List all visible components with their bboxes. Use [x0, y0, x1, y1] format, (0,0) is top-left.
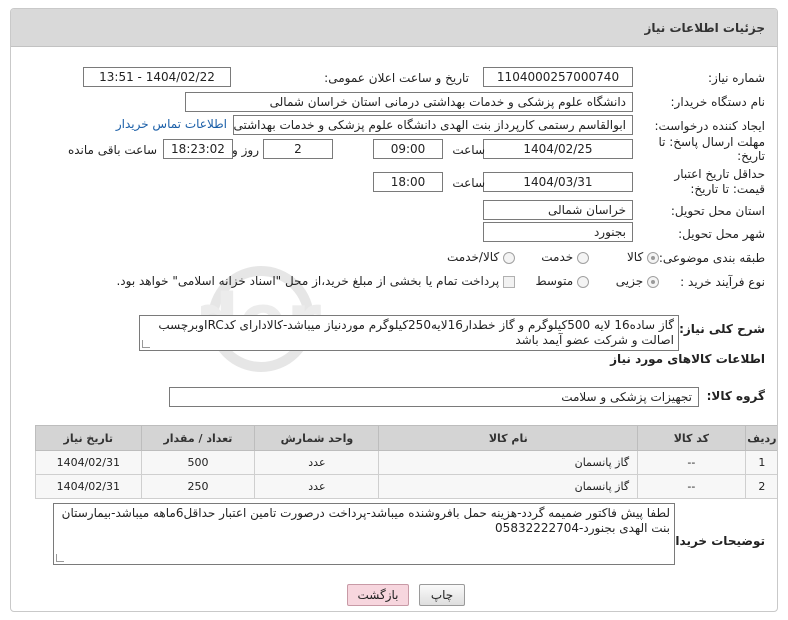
cell-quantity: 500: [140, 450, 256, 475]
category-goods-service-radio[interactable]: [503, 251, 515, 264]
category-goods-radio[interactable]: [647, 251, 659, 264]
cell-row: 1: [744, 450, 777, 475]
col-unit: واحد شمارش: [254, 425, 380, 451]
deadline-label: مهلت ارسال پاسخ: تا تاریخ:: [658, 135, 765, 163]
category-service-radio[interactable]: [577, 251, 589, 264]
purchase-option-medium[interactable]: متوسط: [535, 274, 589, 288]
treasury-payment-checkbox[interactable]: [503, 275, 515, 288]
need-number-label: شماره نیاز:: [708, 71, 765, 85]
description-textarea[interactable]: گاز ساده16 لایه 500کیلوگرم و گاز خطدار16…: [139, 315, 679, 351]
category-option-service[interactable]: خدمت: [541, 250, 589, 264]
back-button[interactable]: بازگشت: [347, 584, 409, 606]
deadline-time-label: ساعت: [452, 143, 485, 157]
announce-datetime-label: تاریخ و ساعت اعلان عمومی:: [324, 71, 469, 85]
buyer-org-label: نام دستگاه خریدار:: [670, 95, 766, 109]
days-field: 2: [263, 139, 333, 159]
cell-row: 2: [744, 474, 777, 499]
purchase-minor-radio[interactable]: [647, 275, 659, 288]
cell-name: گاز پانسمان: [378, 474, 639, 499]
cell-unit: عدد: [254, 450, 380, 475]
payment-note[interactable]: پرداخت تمام یا بخشی از مبلغ خرید،از محل …: [116, 274, 515, 288]
print-button[interactable]: چاپ: [419, 584, 465, 606]
price-validity-time-label: ساعت: [452, 176, 485, 190]
cell-unit: عدد: [254, 474, 380, 499]
buyer-notes-label: توضیحات خریدار:: [663, 534, 765, 548]
category-option-goods-service[interactable]: کالا/خدمت: [447, 250, 515, 264]
cell-quantity: 250: [140, 474, 256, 499]
price-validity-label: حداقل تاریخ اعتبار قیمت: تا تاریخ:: [674, 167, 765, 196]
table-row: 2 -- گاز پانسمان عدد 250 1404/02/31: [35, 474, 777, 499]
announce-datetime-field: 1404/02/22 - 13:51: [83, 67, 231, 87]
buyer-org-field: دانشگاه علوم پزشکی و خدمات بهداشتی درمان…: [185, 92, 633, 112]
description-text: گاز ساده16 لایه 500کیلوگرم و گاز خطدار16…: [158, 318, 674, 347]
buyer-notes-text: لطفا پیش فاکتور ضمیمه گردد-هزینه حمل باف…: [61, 506, 670, 535]
purchase-option-minor[interactable]: جزیی: [616, 274, 659, 288]
delivery-city-field: بجنورد: [483, 222, 633, 242]
col-name: نام کالا: [378, 425, 639, 451]
cell-code: --: [637, 474, 746, 499]
table-header-row: ردیف کد کالا نام کالا واحد شمارش تعداد /…: [35, 425, 777, 451]
need-number-field: 1104000257000740: [483, 67, 633, 87]
cell-code: --: [637, 450, 746, 475]
price-validity-time-field: 18:00: [373, 172, 443, 192]
deadline-time-field: 09:00: [373, 139, 443, 159]
col-code: کد کالا: [637, 425, 746, 451]
buyer-contact-link[interactable]: اطلاعات تماس خریدار: [116, 117, 227, 131]
cell-name: گاز پانسمان: [378, 450, 639, 475]
goods-group-label: گروه کالا:: [706, 389, 765, 403]
goods-section-title: اطلاعات کالاهای مورد نیاز: [610, 352, 765, 366]
category-option-goods[interactable]: کالا: [627, 250, 659, 264]
goods-table: ردیف کد کالا نام کالا واحد شمارش تعداد /…: [35, 425, 777, 499]
col-quantity: تعداد / مقدار: [140, 425, 256, 451]
need-details-panel: جزئیات اطلاعات نیاز AriaTender شماره نیا…: [10, 8, 778, 612]
purchase-type-label: نوع فرآیند خرید :: [680, 275, 765, 289]
delivery-city-label: شهر محل تحویل:: [678, 227, 765, 241]
requester-field: ابوالقاسم رستمی کارپرداز بنت الهدی دانشگ…: [233, 115, 633, 135]
price-validity-date-field: 1404/03/31: [483, 172, 633, 192]
remaining-time-field: 18:23:02: [163, 139, 233, 159]
goods-group-field: تجهیزات پزشکی و سلامت: [169, 387, 699, 407]
delivery-province-field: خراسان شمالی: [483, 200, 633, 220]
cell-need-date: 1404/02/31: [35, 450, 142, 475]
col-row: ردیف: [744, 425, 777, 451]
purchase-medium-radio[interactable]: [577, 275, 589, 288]
delivery-province-label: استان محل تحویل:: [670, 204, 765, 218]
panel-title: جزئیات اطلاعات نیاز: [11, 9, 777, 47]
remaining-label: ساعت باقی مانده: [67, 143, 157, 157]
table-row: 1 -- گاز پانسمان عدد 500 1404/02/31: [35, 450, 777, 475]
buyer-notes-textarea[interactable]: لطفا پیش فاکتور ضمیمه گردد-هزینه حمل باف…: [53, 503, 675, 565]
deadline-date-field: 1404/02/25: [483, 139, 633, 159]
cell-need-date: 1404/02/31: [35, 474, 142, 499]
requester-label: ایجاد کننده درخواست:: [654, 119, 765, 133]
days-label: روز و: [232, 143, 259, 157]
resize-handle-icon[interactable]: [56, 554, 64, 562]
resize-handle-icon[interactable]: [142, 340, 150, 348]
col-need-date: تاریخ نیاز: [35, 425, 142, 451]
description-label: شرح کلی نیاز:: [679, 322, 765, 336]
category-label: طبقه بندی موضوعی:: [658, 251, 765, 265]
